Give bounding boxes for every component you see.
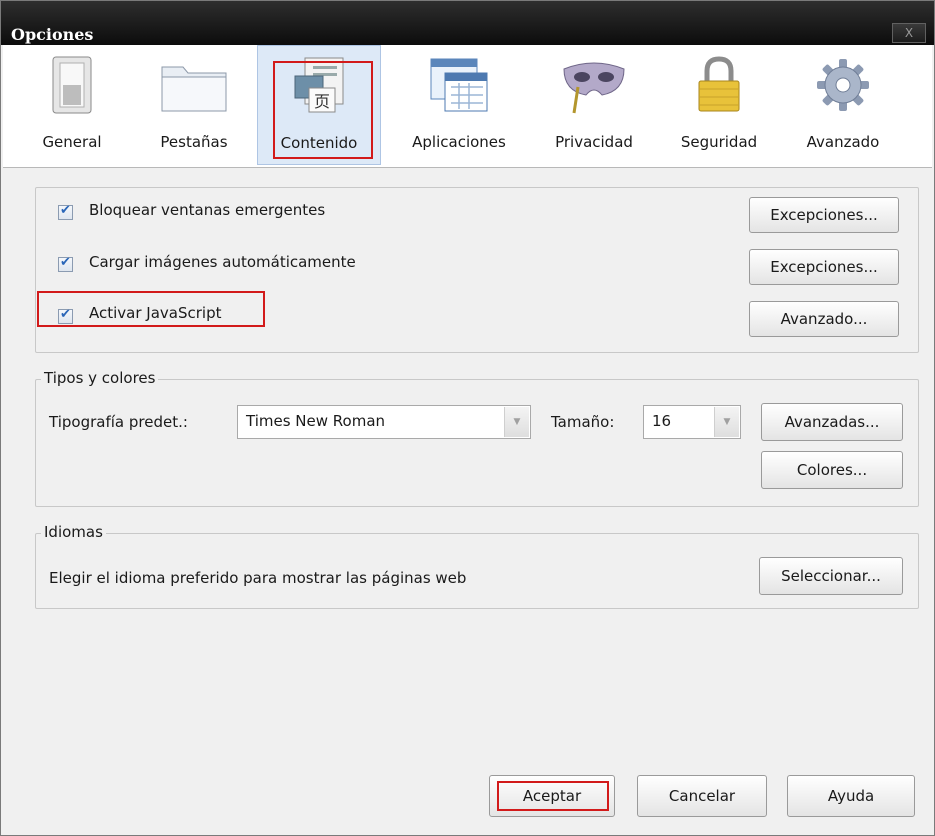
block-popups-label: Bloquear ventanas emergentes: [89, 201, 326, 219]
tab-label: Aplicaciones: [412, 133, 506, 151]
font-size-value: 16: [652, 412, 672, 430]
tab-general[interactable]: General: [33, 45, 111, 165]
javascript-advanced-button[interactable]: Avanzado...: [749, 301, 899, 337]
languages-description: Elegir el idioma preferido para mostrar …: [49, 569, 467, 587]
help-button[interactable]: Ayuda: [787, 775, 915, 817]
tab-avanzado[interactable]: Avanzado: [789, 45, 897, 165]
default-font-value: Times New Roman: [246, 412, 386, 430]
options-dialog: Opciones X General Pestañas 页 Contenido …: [0, 0, 935, 836]
font-size-select[interactable]: 16 ▼: [643, 405, 741, 439]
load-images-label: Cargar imágenes automáticamente: [89, 253, 356, 271]
fonts-advanced-button[interactable]: Avanzadas...: [761, 403, 903, 441]
tab-label: Seguridad: [680, 133, 758, 151]
load-images-checkbox[interactable]: [58, 255, 73, 272]
tab-label: General: [42, 133, 102, 151]
images-exceptions-button[interactable]: Excepciones...: [749, 249, 899, 285]
ok-highlight: [497, 781, 609, 811]
tab-label: Privacidad: [555, 133, 633, 151]
gear-icon: [817, 59, 869, 111]
font-size-label: Tamaño:: [551, 413, 615, 431]
contenido-highlight: [273, 61, 373, 159]
javascript-highlight: [37, 291, 265, 327]
mask-icon: [563, 62, 625, 114]
block-popups-checkbox[interactable]: [58, 203, 73, 220]
colors-button[interactable]: Colores...: [761, 451, 903, 489]
languages-legend: Idiomas: [41, 523, 106, 541]
fonts-colors-legend: Tipos y colores: [41, 369, 159, 387]
tab-label: Pestañas: [160, 133, 228, 151]
chevron-down-icon: ▼: [714, 407, 739, 437]
general-icon: [52, 56, 92, 114]
close-button[interactable]: X: [892, 23, 926, 43]
tab-label: Avanzado: [806, 133, 880, 151]
tab-aplicaciones[interactable]: Aplicaciones: [395, 45, 523, 165]
choose-language-button[interactable]: Seleccionar...: [759, 557, 903, 595]
applications-icon: [430, 58, 488, 112]
window-title: Opciones: [11, 25, 94, 44]
tab-privacidad[interactable]: Privacidad: [539, 45, 649, 165]
popup-exceptions-button[interactable]: Excepciones...: [749, 197, 899, 233]
chevron-down-icon: ▼: [504, 407, 529, 437]
folder-tabs-icon: [161, 66, 227, 112]
padlock-icon: [698, 56, 740, 112]
cancel-button[interactable]: Cancelar: [637, 775, 767, 817]
category-toolbar: General Pestañas 页 Contenido Aplicacione…: [3, 45, 932, 168]
default-font-select[interactable]: Times New Roman ▼: [237, 405, 531, 439]
default-font-label: Tipografía predet.:: [49, 413, 188, 431]
tab-seguridad[interactable]: Seguridad: [663, 45, 775, 165]
tab-pestanas[interactable]: Pestañas: [149, 45, 239, 165]
title-bar: Opciones X: [1, 1, 934, 45]
